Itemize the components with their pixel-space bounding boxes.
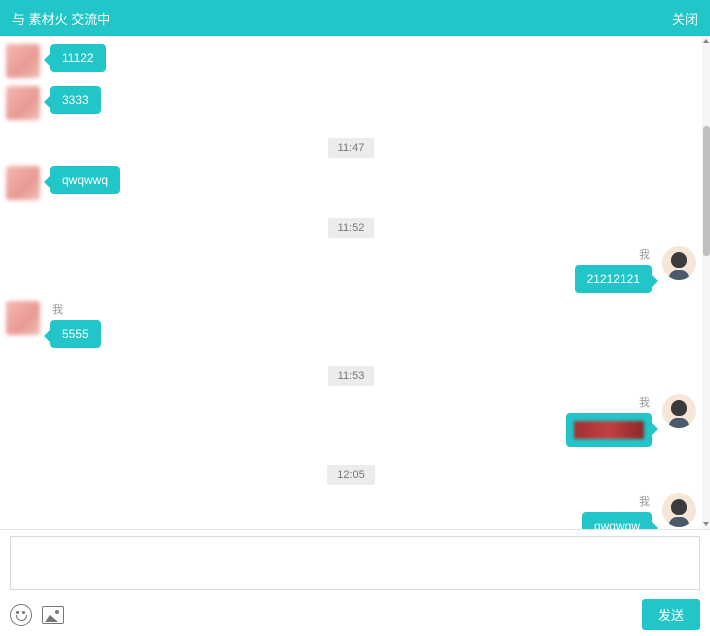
image-bubble[interactable]	[566, 413, 652, 447]
time-divider: 11:53	[6, 366, 696, 386]
message-row: 3333	[6, 86, 696, 120]
message-row: 11122	[6, 44, 696, 78]
message-col: 我 21212121	[575, 246, 652, 293]
tool-icons	[10, 604, 64, 626]
message-row: 我 qwqwqw	[6, 493, 696, 529]
input-toolbar: 发送	[0, 593, 710, 636]
avatar-other[interactable]	[6, 86, 40, 120]
message-row: 我 5555	[6, 301, 696, 348]
image-content	[574, 421, 644, 439]
avatar-me[interactable]	[662, 493, 696, 527]
time-label: 12:05	[327, 465, 375, 485]
message-col: 3333	[50, 86, 101, 120]
avatar-other[interactable]	[6, 44, 40, 78]
message-bubble[interactable]: qwqwqw	[582, 512, 652, 529]
message-col: 我 qwqwqw	[582, 493, 652, 529]
message-col: 11122	[50, 44, 106, 78]
scrollbar[interactable]	[702, 36, 710, 529]
close-button[interactable]: 关闭	[672, 9, 698, 28]
scroll-thumb[interactable]	[703, 126, 710, 256]
message-bubble[interactable]: 21212121	[575, 265, 652, 293]
message-row: 我 21212121	[6, 246, 696, 293]
avatar-me[interactable]	[662, 394, 696, 428]
time-divider: 12:05	[6, 465, 696, 485]
chat-header: 与 素材火 交流中 关闭	[0, 0, 710, 36]
message-row: qwqwwq	[6, 166, 696, 200]
sender-name: 我	[637, 394, 652, 410]
send-button[interactable]: 发送	[642, 599, 700, 630]
header-title: 与 素材火 交流中	[12, 9, 110, 28]
time-divider: 11:47	[6, 138, 696, 158]
message-row: 我	[6, 394, 696, 447]
message-bubble[interactable]: 3333	[50, 86, 101, 114]
message-bubble[interactable]: qwqwwq	[50, 166, 120, 194]
scroll-down-icon[interactable]	[703, 522, 709, 526]
avatar-other[interactable]	[6, 301, 40, 335]
image-icon[interactable]	[42, 606, 64, 624]
avatar-other[interactable]	[6, 166, 40, 200]
chat-wrapper: 11122 3333 11:47 qwqwwq 11:52 我 21212121 我 5555 1…	[0, 36, 710, 529]
sender-name: 我	[637, 246, 652, 262]
time-label: 11:52	[328, 218, 375, 238]
avatar-me[interactable]	[662, 246, 696, 280]
time-label: 11:47	[328, 138, 375, 158]
sender-name: 我	[50, 301, 65, 317]
chat-area[interactable]: 11122 3333 11:47 qwqwwq 11:52 我 21212121 我 5555 1…	[0, 36, 702, 529]
sender-name: 我	[637, 493, 652, 509]
message-input[interactable]	[10, 536, 700, 590]
time-label: 11:53	[328, 366, 375, 386]
emoji-icon[interactable]	[10, 604, 32, 626]
message-col: qwqwwq	[50, 166, 120, 200]
scroll-up-icon[interactable]	[703, 39, 709, 43]
message-col: 我	[566, 394, 652, 447]
time-divider: 11:52	[6, 218, 696, 238]
message-bubble[interactable]: 5555	[50, 320, 101, 348]
input-area: 发送	[0, 529, 710, 633]
message-col: 我 5555	[50, 301, 101, 348]
message-bubble[interactable]: 11122	[50, 44, 106, 72]
